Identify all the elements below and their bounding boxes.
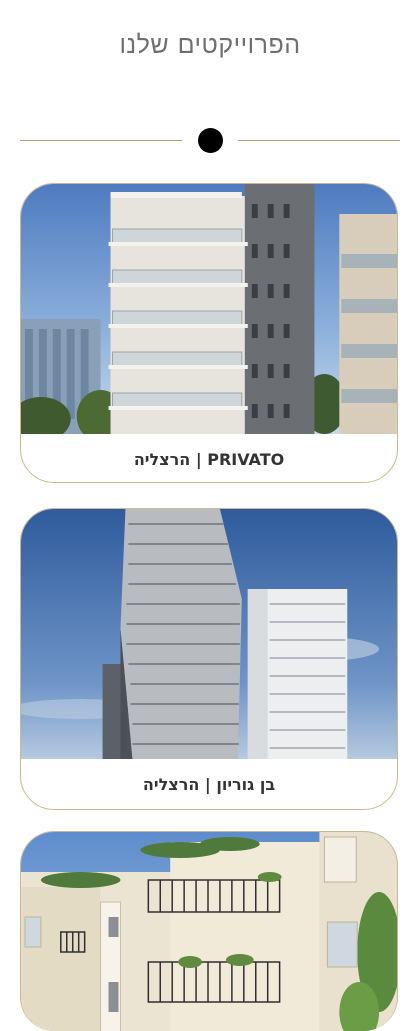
- project-image-3: [21, 832, 397, 1031]
- divider-line-left: [20, 140, 182, 141]
- project-image-ben-gurion: [21, 509, 397, 759]
- project-image-privato: [21, 184, 397, 434]
- divider-line-right: [238, 140, 400, 141]
- divider-dot: [198, 128, 223, 153]
- section-divider: [20, 128, 400, 154]
- project-card-privato[interactable]: PRIVATO | הרצליה: [20, 183, 398, 483]
- project-title-ben-gurion: בן גוריון | הרצליה: [142, 774, 276, 794]
- project-title-privato: PRIVATO | הרצליה: [133, 449, 285, 469]
- page-title: הפרוייקטים שלנו: [119, 30, 301, 59]
- project-card-3[interactable]: [20, 831, 398, 1031]
- project-card-ben-gurion[interactable]: בן גוריון | הרצליה: [20, 508, 398, 810]
